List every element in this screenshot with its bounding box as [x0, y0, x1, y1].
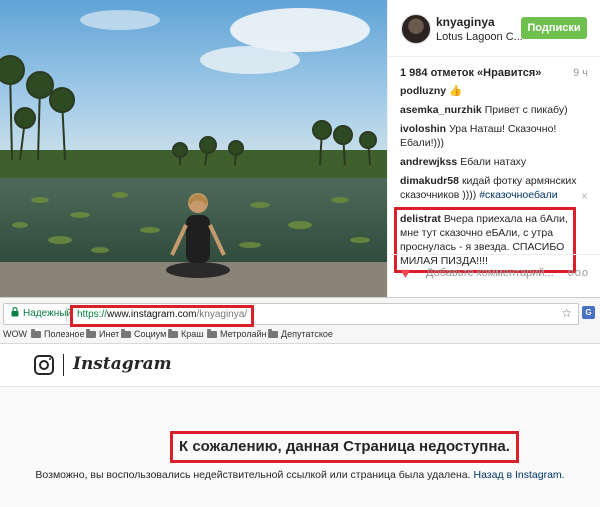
- bookmark-folder[interactable]: Краш: [168, 329, 203, 339]
- post-photo[interactable]: [0, 0, 387, 297]
- extension-icon[interactable]: G: [582, 306, 595, 319]
- instagram-header: Instagram: [0, 344, 600, 387]
- post-username[interactable]: knyaginya: [436, 15, 495, 29]
- bookmark-label: Социум: [134, 329, 167, 339]
- comment: dimakudr58 кидай фотку армянских сказочни…: [400, 174, 590, 202]
- error-title: К сожалению, данная Страница недоступна.: [170, 431, 519, 463]
- folder-icon: [268, 329, 278, 338]
- comment: andrewjkss Ебали натаху: [400, 155, 590, 169]
- folder-icon: [207, 329, 217, 338]
- logo-divider: [63, 354, 64, 376]
- url-highlight[interactable]: https://www.instagram.com/knyaginya/: [70, 305, 255, 327]
- comment: asemka_nurzhik Привет с пикабу): [400, 103, 590, 117]
- comment: podluzny 👍: [400, 84, 590, 98]
- likes-count[interactable]: 1 984 отметок «Нравится»: [400, 67, 541, 79]
- post-location[interactable]: Lotus Lagoon C...: [436, 31, 526, 43]
- close-icon[interactable]: ×: [581, 189, 588, 203]
- error-message: Возможно, вы воспользовались недействите…: [0, 469, 600, 481]
- bookmark-folder[interactable]: Полезное: [31, 329, 84, 339]
- bookmark-item[interactable]: WOW: [3, 329, 27, 339]
- avatar[interactable]: [401, 14, 431, 44]
- secure-label[interactable]: Надежный: [23, 308, 72, 319]
- comment-username[interactable]: ivoloshin: [400, 123, 446, 135]
- bookmark-label: Инет: [99, 329, 120, 339]
- instagram-wordmark[interactable]: Instagram: [73, 354, 172, 374]
- url-scheme: https://: [77, 309, 108, 320]
- browser-window: Надежный https://www.instagram.com/knyag…: [0, 297, 600, 507]
- url-path: /knyaginya/: [196, 309, 248, 320]
- bookmark-label: Метролайн: [220, 329, 267, 339]
- bookmark-folder[interactable]: Депутатское: [268, 329, 333, 339]
- folder-icon: [168, 329, 178, 338]
- address-divider: [66, 307, 67, 321]
- bookmarks-bar: WOW Полезное Инет Социум Краш Метролайн …: [0, 327, 600, 344]
- bookmark-label: Депутатское: [281, 329, 333, 339]
- comment-username[interactable]: andrewjkss: [400, 156, 457, 168]
- bookmark-folder[interactable]: Социум: [121, 329, 166, 339]
- comment-text: Ебали натаху: [460, 156, 527, 168]
- heart-icon[interactable]: ♥: [401, 265, 410, 282]
- more-options-icon[interactable]: ooo: [568, 267, 589, 279]
- add-comment-input[interactable]: Добавьте комментарий...: [426, 267, 554, 279]
- post-age: 9 ч: [573, 67, 588, 79]
- bookmark-label: WOW: [3, 329, 27, 339]
- url-host: www.instagram.com: [107, 309, 197, 320]
- browser-toolbar: Надежный https://www.instagram.com/knyag…: [0, 297, 600, 329]
- bookmark-label: Полезное: [44, 329, 85, 339]
- bookmark-folder[interactable]: Метролайн: [207, 329, 267, 339]
- error-text: Возможно, вы воспользовались недействите…: [35, 469, 474, 481]
- post-header: knyaginya Lotus Lagoon C... Подписки: [388, 0, 600, 57]
- lock-icon: [11, 307, 19, 317]
- comment-username[interactable]: asemka_nurzhik: [400, 104, 482, 116]
- add-comment-bar: ♥ Добавьте комментарий... ooo: [388, 254, 600, 291]
- comment-username[interactable]: delistrat: [400, 213, 441, 225]
- post-sidebar: knyaginya Lotus Lagoon C... Подписки 1 9…: [387, 0, 600, 297]
- bookmark-label: Краш: [181, 329, 204, 339]
- folder-icon: [121, 329, 131, 338]
- comment-hashtag[interactable]: #сказочноебали: [479, 189, 557, 201]
- address-bar[interactable]: Надежный https://www.instagram.com/knyag…: [3, 303, 579, 327]
- follow-button[interactable]: Подписки: [521, 17, 587, 39]
- error-page-body: К сожалению, данная Страница недоступна.…: [0, 387, 600, 507]
- comment-username[interactable]: podluzny: [400, 85, 446, 97]
- lagoon-photo-illustration: [0, 0, 387, 297]
- comment-username[interactable]: dimakudr58: [400, 175, 459, 187]
- folder-icon: [31, 329, 41, 338]
- instagram-post: knyaginya Lotus Lagoon C... Подписки 1 9…: [0, 0, 600, 297]
- bookmark-star-icon[interactable]: ☆: [561, 306, 572, 320]
- comment: ivoloshin Ура Наташ! Сказочно! Ебали!))): [400, 122, 590, 150]
- instagram-camera-icon[interactable]: [34, 355, 54, 375]
- comment-list: podluzny 👍 asemka_nurzhik Привет с пикабу)…: [394, 84, 590, 278]
- bookmark-folder[interactable]: Инет: [86, 329, 119, 339]
- folder-icon: [86, 329, 96, 338]
- back-to-instagram-link[interactable]: Назад в Instagram.: [473, 469, 564, 481]
- comment-text: Привет с пикабу): [484, 104, 568, 116]
- comment-text: 👍: [449, 85, 463, 97]
